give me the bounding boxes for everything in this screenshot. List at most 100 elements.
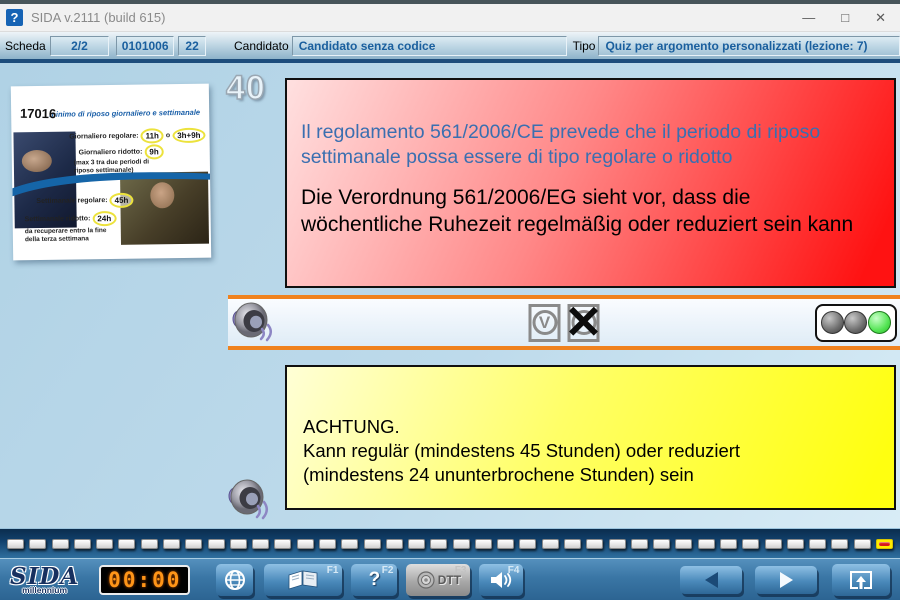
app-window: ? SIDA v.2111 (build 615) — □ ✕ Scheda 2… [0, 0, 900, 600]
slide-title: minimo di riposo giornaliero e settimana… [49, 108, 207, 119]
active-question-marker [879, 542, 890, 546]
question-strip-button[interactable] [720, 539, 737, 549]
globe-icon [223, 568, 247, 592]
next-question-button[interactable] [755, 566, 817, 594]
traffic-light-green-on [868, 311, 891, 334]
daily-regular-row: Giornaliero regolare: 11h o 3h+9h [69, 128, 205, 145]
arrow-right-icon [780, 572, 793, 588]
question-strip-button-active[interactable] [876, 539, 893, 549]
question-strip-button[interactable] [408, 539, 425, 549]
question-strip-button[interactable] [475, 539, 492, 549]
tipo-field[interactable]: Quiz per argomento personalizzati (lezio… [598, 36, 900, 56]
exit-button[interactable] [832, 564, 890, 596]
weekly-regular-label: Settimanale regolare: [36, 197, 107, 205]
question-strip-button[interactable] [7, 539, 24, 549]
question-strip-button[interactable] [675, 539, 692, 549]
question-strip-button[interactable] [29, 539, 46, 549]
question-strip-button[interactable] [854, 539, 871, 549]
question-strip [0, 528, 900, 558]
question-strip-button[interactable] [698, 539, 715, 549]
candidato-label: Candidato [234, 39, 289, 53]
hint-title: ACHTUNG. [303, 415, 874, 439]
question-strip-button[interactable] [497, 539, 514, 549]
daily-regular-sep: o [166, 132, 170, 139]
exit-door-icon [847, 568, 875, 592]
window-controls: — □ ✕ [802, 10, 894, 26]
question-strip-button[interactable] [96, 539, 113, 549]
audio-fkey-label: F4 [508, 565, 520, 576]
scheda-code-field[interactable]: 0101006 [116, 36, 174, 56]
app-help-icon[interactable]: ? [6, 9, 23, 26]
question-strip-button[interactable] [185, 539, 202, 549]
daily-reduced-label: Giornaliero ridotto: [79, 149, 143, 157]
book-icon [286, 568, 320, 592]
question-strip-button[interactable] [319, 539, 336, 549]
question-strip-button[interactable] [765, 539, 782, 549]
question-strip-button[interactable] [609, 539, 626, 549]
question-strip-button[interactable] [386, 539, 403, 549]
question-strip-button[interactable] [586, 539, 603, 549]
scheda-count-field[interactable]: 22 [178, 36, 206, 56]
question-strip-button[interactable] [809, 539, 826, 549]
question-strip-button[interactable] [52, 539, 69, 549]
question-strip-button[interactable] [430, 539, 447, 549]
minimize-button[interactable]: — [802, 10, 815, 25]
question-strip-button[interactable] [453, 539, 470, 549]
question-audio-speaker-icon[interactable] [230, 299, 282, 346]
scheda-progress-field[interactable]: 2/2 [50, 36, 109, 56]
question-strip-button[interactable] [341, 539, 358, 549]
quiz-timer: 00:00 [99, 565, 190, 595]
maximize-button[interactable]: □ [841, 10, 849, 25]
previous-question-button[interactable] [680, 566, 742, 594]
weekly-regular-value: 45h [109, 193, 133, 208]
question-strip-button[interactable] [141, 539, 158, 549]
help-button[interactable]: F2 ? [351, 564, 397, 596]
sida-logo: SIDA millennium [10, 565, 79, 595]
traffic-light-off [821, 311, 844, 334]
audio-button[interactable]: F4 [479, 564, 523, 596]
true-false-buttons: V X ✕ [529, 304, 600, 342]
dtt-fkey-label: F3 [455, 565, 467, 576]
weekly-reduced-label: Settimanale ridotto: [25, 215, 91, 223]
weekly-reduced-value: 24h [92, 211, 116, 226]
question-strip-button[interactable] [297, 539, 314, 549]
hint-body: Kann regulär (mindestens 45 Stunden) ode… [303, 439, 808, 487]
question-strip-button[interactable] [208, 539, 225, 549]
window-title: SIDA v.2111 (build 615) [31, 10, 165, 25]
question-strip-button[interactable] [787, 539, 804, 549]
question-strip-button[interactable] [519, 539, 536, 549]
hint-audio-speaker-icon[interactable] [226, 476, 278, 526]
daily-regular-value: 11h [140, 128, 164, 143]
question-strip-button[interactable] [631, 539, 648, 549]
scheda-label: Scheda [5, 39, 46, 53]
answer-false-button[interactable]: X ✕ [568, 304, 600, 342]
question-mark-icon: ? [369, 569, 381, 591]
help-fkey-label: F2 [382, 565, 394, 576]
weekly-reduced-row: Settimanale ridotto: 24h [25, 211, 117, 227]
answer-bar: V X ✕ [228, 295, 900, 350]
question-strip-button[interactable] [364, 539, 381, 549]
image-id-overlay: 17016 [20, 106, 56, 122]
question-strip-button[interactable] [74, 539, 91, 549]
book-fkey-label: F1 [327, 565, 339, 576]
question-strip-button[interactable] [564, 539, 581, 549]
question-german-text: Die Verordnung 561/2006/EG sieht vor, da… [301, 184, 874, 238]
answer-true-button[interactable]: V [529, 304, 561, 342]
traffic-light-indicator [815, 304, 897, 342]
manual-book-button[interactable]: F1 [264, 564, 342, 596]
question-strip-button[interactable] [542, 539, 559, 549]
question-strip-button[interactable] [742, 539, 759, 549]
question-strip-button[interactable] [230, 539, 247, 549]
daily-regular-label: Giornaliero regolare: [69, 133, 138, 141]
question-strip-button[interactable] [118, 539, 135, 549]
true-glyph: V [532, 310, 557, 335]
candidato-field[interactable]: Candidato senza codice [292, 36, 567, 56]
language-globe-button[interactable] [216, 564, 253, 596]
question-strip-button[interactable] [653, 539, 670, 549]
false-glyph: X [571, 310, 596, 335]
close-button[interactable]: ✕ [875, 10, 886, 26]
question-strip-button[interactable] [831, 539, 848, 549]
question-strip-button[interactable] [252, 539, 269, 549]
question-strip-button[interactable] [274, 539, 291, 549]
question-strip-button[interactable] [163, 539, 180, 549]
